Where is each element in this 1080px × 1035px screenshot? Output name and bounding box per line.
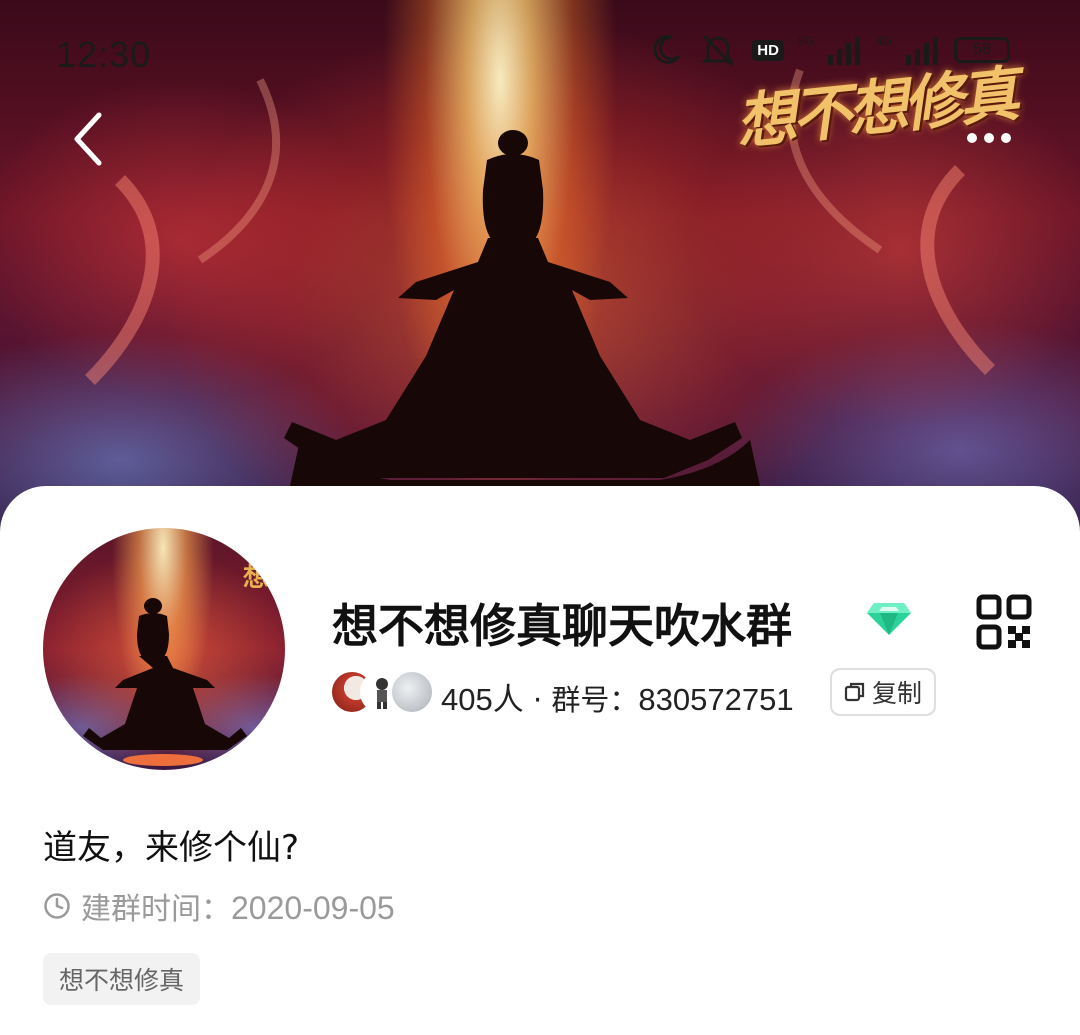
hd-badge: HD (752, 39, 784, 61)
clock-icon (44, 893, 70, 919)
more-dot (984, 133, 994, 143)
member-count: 405人 (441, 682, 524, 717)
avatar-figure-silhouette: 想 (83, 563, 269, 766)
group-id: 830572751 (638, 682, 794, 717)
status-icons: HD 5G 4G 58 (648, 32, 1010, 68)
more-dot (1001, 133, 1011, 143)
network-label-5g: 5G (797, 34, 814, 48)
diamond-icon (866, 601, 912, 641)
created-time: 建群时间：2020-09-05 (43, 884, 395, 928)
qr-code-icon (976, 594, 1032, 650)
group-name: 想不想修真聊天吹水群 (332, 599, 792, 653)
copy-label: 复制 (871, 679, 922, 708)
group-tag[interactable]: 想不想修真 (43, 953, 201, 1005)
back-button[interactable] (56, 104, 122, 174)
moon-icon (648, 32, 684, 68)
separator: · (523, 683, 552, 717)
copy-icon (844, 682, 865, 702)
group-id-label: 群号： (551, 683, 639, 717)
signal-icon-2 (906, 35, 940, 65)
status-bar: 12:30 HD 5G 4G 58 (0, 20, 1080, 84)
status-time: 12:30 (56, 34, 152, 75)
member-avatar (390, 670, 434, 714)
signal-icon (827, 35, 862, 65)
group-avatar[interactable]: 想 (43, 528, 285, 770)
battery-icon: 58 (954, 37, 1010, 63)
chevron-left-icon (74, 112, 102, 166)
more-horizontal-icon (967, 133, 977, 143)
qr-code-button[interactable] (976, 594, 1032, 650)
created-label: 建群时间： (81, 892, 231, 927)
member-info: 405人 · 群号：830572751 (441, 674, 794, 719)
group-description: 道友，来修个仙? (43, 828, 300, 868)
network-label-4g: 4G (875, 34, 892, 48)
created-date: 2020-09-05 (231, 890, 395, 926)
more-options-button[interactable] (950, 116, 1028, 160)
copy-button[interactable]: 复制 (830, 668, 936, 716)
bell-mute-icon (698, 32, 738, 68)
